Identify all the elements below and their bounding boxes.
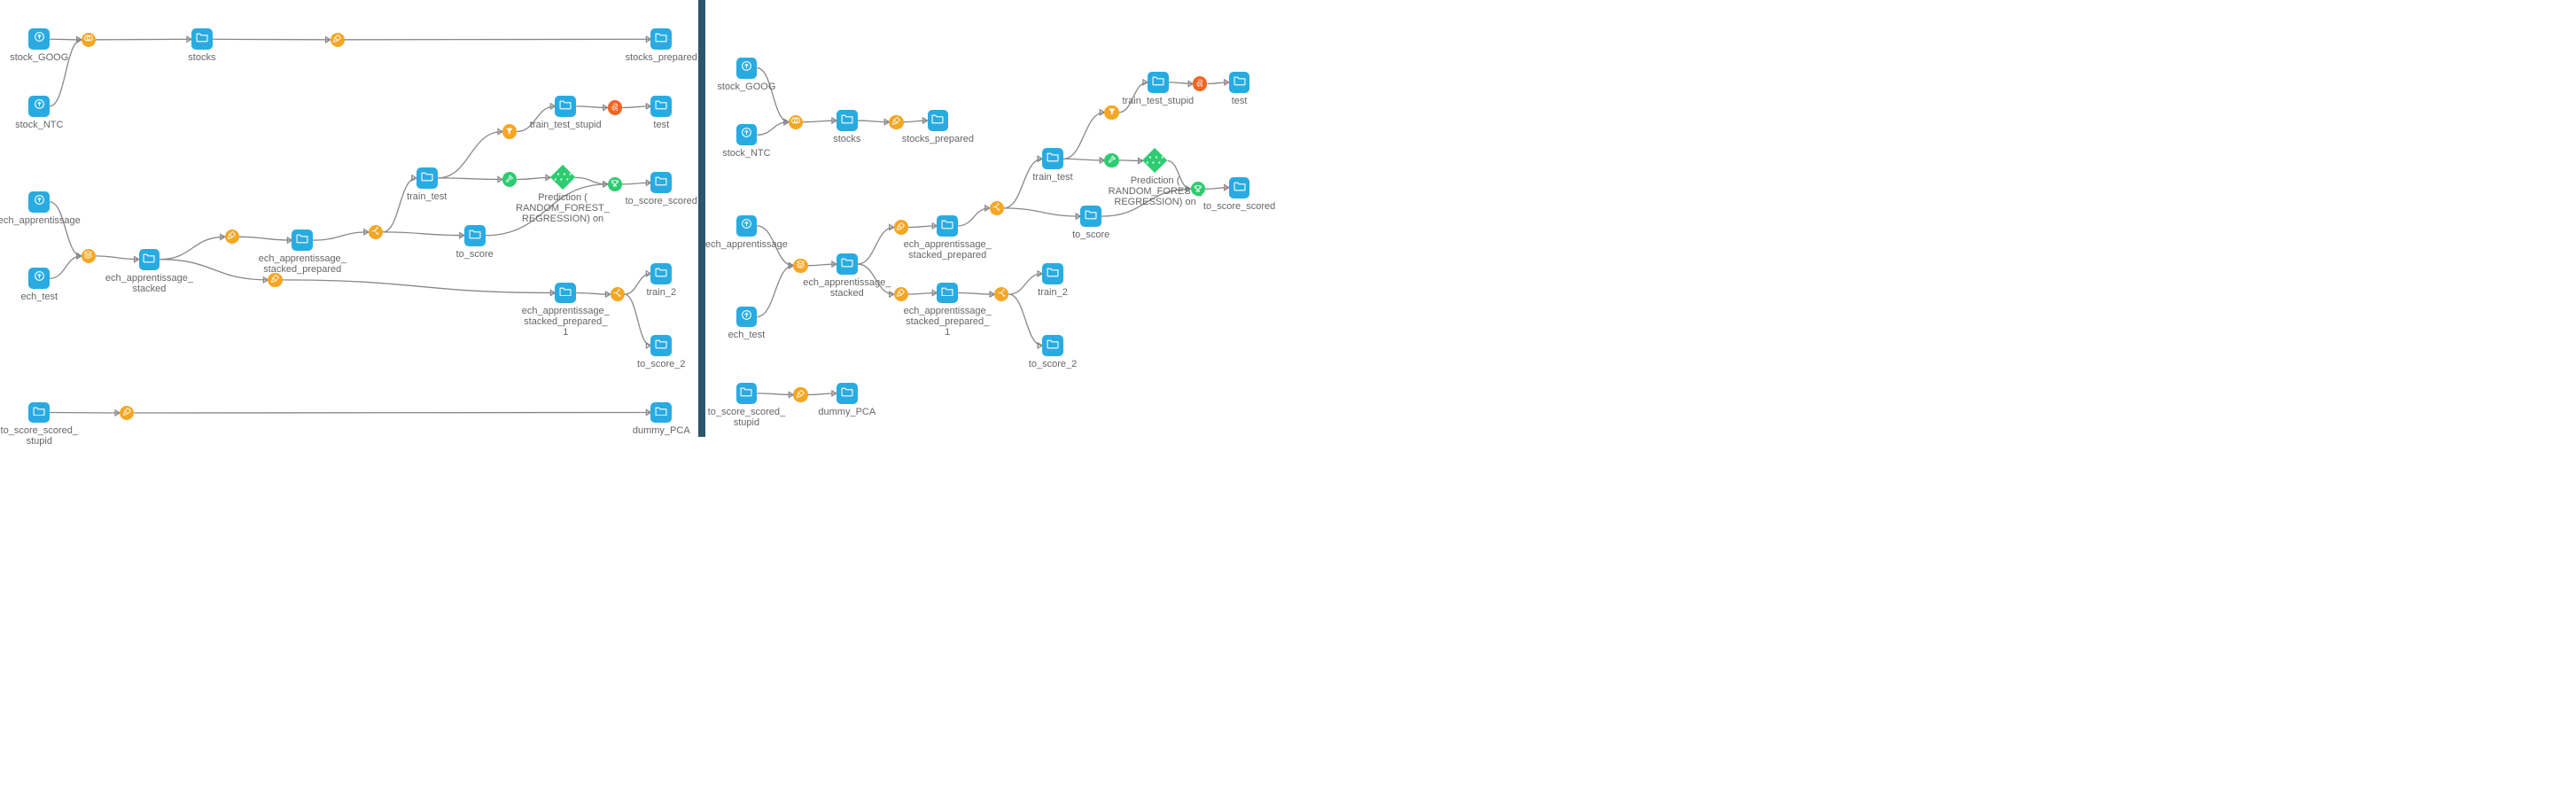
node-R_stock_NTC[interactable]: [736, 124, 758, 145]
broom-icon: [793, 387, 807, 401]
node-R_tts_stupid[interactable]: [1148, 72, 1169, 93]
node-R_pred[interactable]: ∴∵: [1143, 148, 1168, 173]
node-R_broom4[interactable]: [793, 387, 807, 401]
edge: [757, 393, 793, 395]
label-R_stackprep: ech_apprentissage_ stacked_prepared: [894, 239, 1000, 261]
split-icon: [990, 201, 1004, 215]
hammer-icon: [1104, 153, 1118, 167]
label-R_dummy: dummy_PCA: [794, 407, 900, 417]
edge: [1119, 160, 1143, 161]
node-R_trophy[interactable]: [1191, 182, 1205, 196]
node-R_python[interactable]: [1193, 76, 1207, 90]
label-R_stack_ds: ech_apprentissage_ stacked: [794, 277, 900, 299]
edge: [1205, 188, 1229, 190]
node-R_broom2[interactable]: [894, 220, 908, 234]
edge: [1063, 159, 1104, 160]
broom-icon: [894, 220, 908, 234]
stack-icon: [793, 259, 807, 273]
edge: [904, 121, 928, 122]
edge: [757, 68, 789, 122]
label-R_ech_test: ech_test: [693, 330, 799, 340]
label-R_stocks_prepared: stocks_prepared: [884, 134, 991, 144]
edge: [1008, 294, 1042, 346]
node-R_broom3[interactable]: [894, 287, 908, 301]
broom-icon: [889, 115, 903, 129]
label-R_toscore2: to_score_2: [1000, 359, 1106, 369]
node-R_broom_top[interactable]: [889, 115, 903, 129]
node-R_stock_GOOG[interactable]: [736, 58, 758, 79]
edge: [1004, 208, 1080, 216]
edge: [1004, 159, 1042, 208]
node-R_tsss[interactable]: [736, 383, 758, 404]
edge: [803, 121, 837, 122]
folder-icon: [1080, 206, 1101, 227]
flow-comparison-canvas: stock_GOOGstock_NTCstocksstocks_prepared…: [0, 0, 1391, 437]
edge: [858, 228, 894, 265]
node-R_stackprep1[interactable]: [937, 283, 958, 304]
folder-icon: [937, 215, 958, 237]
label-R_test: test: [1187, 96, 1293, 106]
node-R_toscore2[interactable]: [1042, 335, 1063, 356]
folder-icon: [837, 253, 858, 275]
label-R_stock_GOOG: stock_GOOG: [693, 82, 799, 92]
node-R_scored[interactable]: [1229, 177, 1250, 198]
folder-icon: [937, 283, 958, 304]
folder-icon: [837, 383, 858, 404]
edge: [1063, 113, 1104, 159]
label-R_tsss: to_score_scored_ stupid: [693, 407, 799, 428]
label-R_stackprep1: ech_apprentissage_ stacked_prepared_ 1: [894, 306, 1000, 338]
node-R_stocks[interactable]: [837, 110, 858, 131]
label-R_train_test: train_test: [1000, 172, 1106, 183]
folder-icon: [1042, 148, 1063, 169]
folder-icon: [1229, 177, 1250, 198]
upload-arrow-icon: [736, 215, 758, 237]
edge: [1207, 82, 1228, 84]
upload-arrow-icon: [736, 307, 758, 328]
node-R_ech_test[interactable]: [736, 307, 758, 328]
label-R_ech_app: ech_apprentissage: [693, 239, 799, 250]
node-R_train2[interactable]: [1042, 263, 1063, 284]
node-R_join1[interactable]: [789, 115, 803, 129]
prediction-icon: ∴∵: [1143, 148, 1168, 173]
folder-icon: [1229, 72, 1250, 93]
funnel-icon: [1104, 105, 1118, 120]
node-R_stocks_prepared[interactable]: [928, 110, 949, 131]
node-R_hammer[interactable]: [1104, 153, 1118, 167]
folder-icon: [1042, 263, 1063, 284]
trophy-icon: [1191, 182, 1205, 196]
folder-icon: [928, 110, 949, 131]
label-R_stock_NTC: stock_NTC: [693, 148, 799, 159]
node-R_train_test[interactable]: [1042, 148, 1063, 169]
folder-icon: [736, 383, 758, 404]
folder-icon: [1148, 72, 1169, 93]
edge: [757, 266, 793, 317]
python-icon: [1193, 76, 1207, 90]
edge: [958, 292, 994, 294]
edges-right: [0, 0, 1391, 437]
folder-icon: [1042, 335, 1063, 356]
node-R_ech_app[interactable]: [736, 215, 758, 237]
node-R_filter[interactable]: [1104, 105, 1118, 120]
broom-icon: [894, 287, 908, 301]
label-R_scored: to_score_scored: [1187, 201, 1293, 212]
upload-arrow-icon: [736, 58, 758, 79]
node-R_to_score[interactable]: [1080, 206, 1101, 227]
venn-icon: [789, 115, 803, 129]
node-R_split1[interactable]: [990, 201, 1004, 215]
node-R_stack[interactable]: [793, 259, 807, 273]
node-R_dummy[interactable]: [837, 383, 858, 404]
node-R_stackprep[interactable]: [937, 215, 958, 237]
upload-arrow-icon: [736, 124, 758, 145]
edge: [1169, 82, 1194, 84]
node-R_stack_ds[interactable]: [837, 253, 858, 275]
label-R_train2: train_2: [1000, 287, 1106, 298]
node-R_test[interactable]: [1229, 72, 1250, 93]
label-R_to_score: to_score: [1038, 229, 1144, 240]
folder-icon: [837, 110, 858, 131]
